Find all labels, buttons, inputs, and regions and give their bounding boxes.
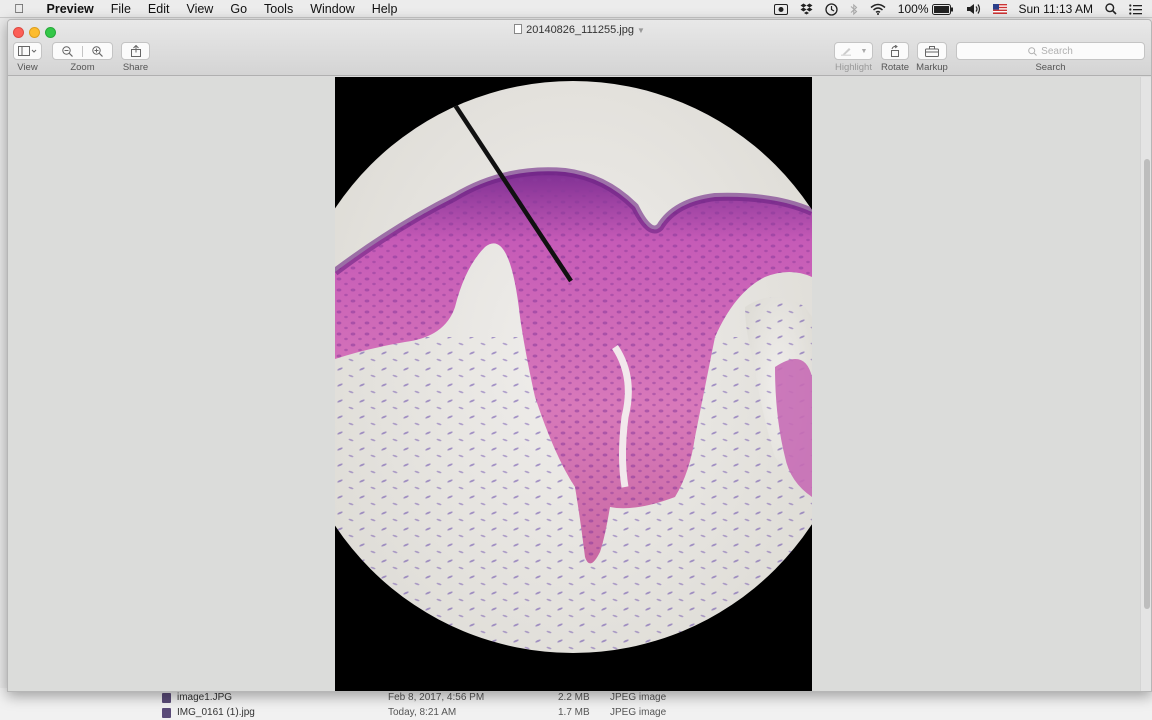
finder-row[interactable]: image1.JPG Feb 8, 2017, 4:56 PM 2.2 MB J… (0, 691, 1152, 706)
menu-window[interactable]: Window (302, 0, 363, 18)
file-date: Today, 8:21 AM (388, 707, 457, 718)
menu-bar:  Preview File Edit View Go Tools Window… (0, 0, 1152, 18)
file-name: IMG_0161 (1).jpg (177, 707, 255, 718)
zoom-control (52, 42, 113, 60)
zoom-out-icon[interactable] (53, 45, 83, 57)
document-view[interactable] (8, 77, 1151, 691)
window-title[interactable]: 20140826_111255.jpg ▼ (8, 24, 1151, 36)
share-icon (130, 45, 141, 57)
view-button[interactable] (13, 42, 42, 60)
background-finder-list: image1.JPG Feb 8, 2017, 4:56 PM 2.2 MB J… (0, 688, 1152, 720)
flag-icon[interactable] (987, 4, 1013, 14)
menu-view[interactable]: View (178, 0, 222, 18)
preview-window: 20140826_111255.jpg ▼ View Zoom Share ▼ H… (7, 19, 1152, 692)
screen-record-icon[interactable] (768, 3, 794, 15)
bluetooth-icon[interactable] (844, 3, 864, 16)
jpeg-file-icon (162, 708, 171, 718)
notification-center-icon[interactable] (1123, 3, 1152, 15)
apple-icon[interactable]:  (0, 1, 38, 16)
menu-go[interactable]: Go (222, 0, 256, 18)
file-size: 1.7 MB (558, 707, 590, 718)
sidebar-icon (17, 46, 36, 56)
time-machine-icon[interactable] (819, 2, 844, 16)
jpeg-file-icon (162, 693, 171, 703)
toolbox-icon (925, 45, 939, 57)
menu-edit[interactable]: Edit (139, 0, 178, 18)
search-icon (1028, 46, 1038, 56)
clock[interactable]: Sun 11:13 AM (1013, 0, 1100, 18)
scrollbar-thumb[interactable] (1144, 159, 1150, 609)
menu-help[interactable]: Help (363, 0, 406, 18)
markup-button[interactable] (917, 42, 947, 60)
markup-label: Markup (916, 62, 948, 73)
menu-app-preview[interactable]: Preview (38, 0, 102, 18)
search-label: Search (1035, 62, 1066, 73)
view-label: View (17, 62, 38, 73)
toolbar: 20140826_111255.jpg ▼ View Zoom Share ▼ H… (8, 20, 1151, 76)
document-name: 20140826_111255.jpg (526, 24, 634, 36)
menu-file[interactable]: File (102, 0, 139, 18)
highlight-label: Highlight (835, 62, 872, 73)
microscope-image[interactable] (335, 77, 812, 691)
file-kind: JPEG image (610, 692, 667, 703)
battery-percent: 100% (897, 2, 929, 16)
volume-icon[interactable] (960, 3, 987, 15)
share-label: Share (122, 62, 149, 73)
search-input[interactable]: Search (956, 42, 1145, 60)
file-name: image1.JPG (177, 692, 233, 703)
dropbox-icon[interactable] (794, 3, 819, 15)
spotlight-icon[interactable] (1099, 3, 1123, 15)
rotate-label: Rotate (881, 62, 909, 73)
rotate-icon (891, 45, 899, 57)
vertical-scrollbar[interactable] (1140, 77, 1151, 691)
search-placeholder: Search (1041, 45, 1073, 57)
highlight-button[interactable]: ▼ (834, 42, 873, 60)
battery-icon (931, 3, 953, 15)
finder-row[interactable]: IMG_0161 (1).jpg Today, 8:21 AM 1.7 MB J… (0, 706, 1152, 720)
battery-status[interactable]: 100% (892, 0, 960, 18)
zoom-label: Zoom (70, 62, 95, 73)
chevron-down-icon: ▼ (860, 47, 868, 55)
pen-icon (840, 48, 851, 56)
status-area: 100% Sun 11:13 AM (768, 0, 1152, 18)
menu-tools[interactable]: Tools (256, 0, 302, 18)
rotate-button[interactable] (881, 42, 909, 60)
document-icon (514, 24, 523, 34)
file-date: Feb 8, 2017, 4:56 PM (388, 692, 485, 703)
share-button[interactable] (121, 42, 150, 60)
file-kind: JPEG image (610, 707, 667, 718)
wifi-icon[interactable] (864, 3, 892, 15)
file-size: 2.2 MB (558, 692, 590, 703)
chevron-down-icon: ▼ (636, 26, 645, 35)
zoom-in-icon[interactable] (83, 45, 112, 57)
